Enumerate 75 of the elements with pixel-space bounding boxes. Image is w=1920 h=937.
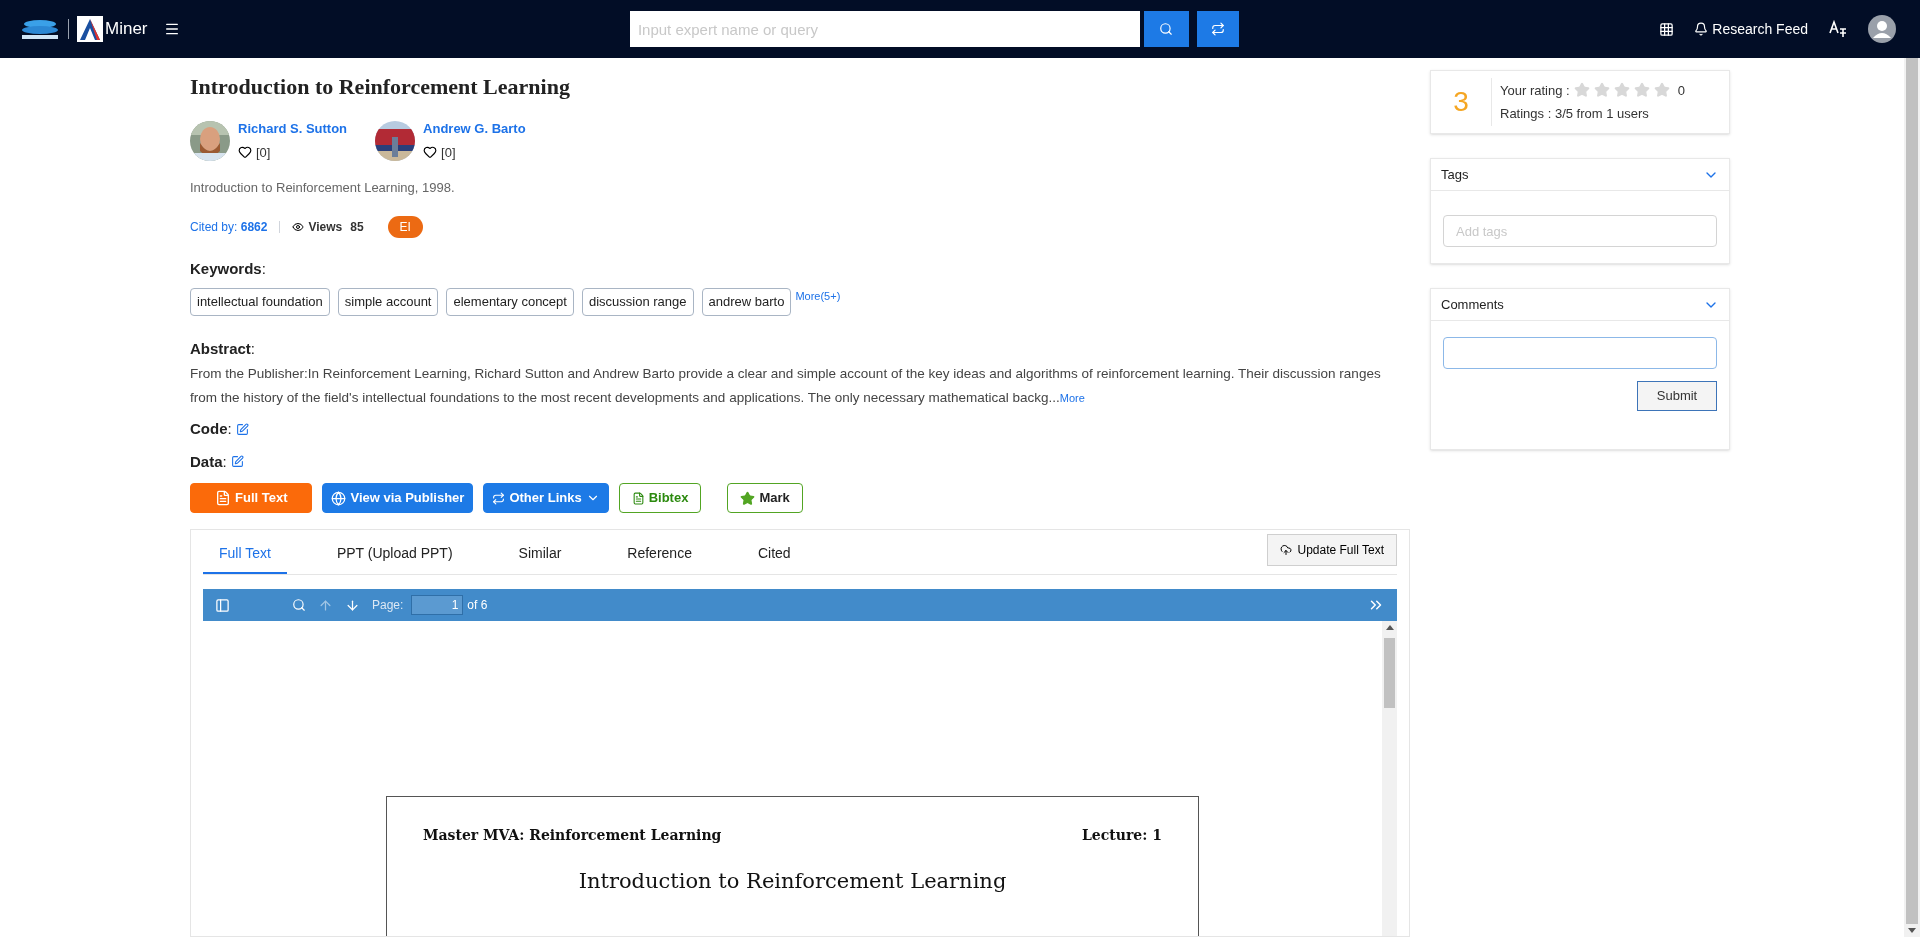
tab[interactable]: Reference (611, 543, 708, 574)
edit-icon[interactable] (235, 422, 249, 436)
more-link[interactable]: More (1059, 392, 1085, 404)
rating-score: 3 (1452, 85, 1470, 119)
your-rating-value: 0 (1677, 81, 1685, 100)
document-header: Master MVA: Reinforcement Learning (423, 826, 722, 845)
keyword-tag[interactable]: intellectual foundation (190, 288, 330, 316)
index-badge: EI (387, 215, 423, 238)
comments-title: Comments (1441, 295, 1504, 314)
document-icon (631, 491, 645, 505)
like-count: [0] (256, 143, 271, 162)
comment-field[interactable] (1443, 337, 1717, 369)
keyword-tag[interactable]: discussion range (581, 288, 694, 316)
abstract-text: From the Publisher:In Reinforcement Learning, Richard Sutton and Andrew Barto provide a clear and simple account of the key ideas and algorithms of reinforcement learning. Their discussion ranges from the history of the field's intellectual foundations to the most recent developments and applications. The only necessary mathematical backg...More (190, 365, 1382, 407)
search-icon (1159, 22, 1174, 36)
eye-icon (292, 220, 305, 233)
action-button[interactable]: Mark (727, 483, 803, 513)
keyword-tag[interactable]: elementary concept (446, 288, 574, 316)
code-label: Code: (190, 419, 232, 439)
page-label: Page: (372, 597, 404, 614)
avatar-icon[interactable] (1868, 15, 1896, 43)
apps-icon[interactable] (1659, 21, 1675, 37)
bell-icon (1694, 22, 1709, 36)
venue-text: Introduction to Reinforcement Learning, 1998. (190, 179, 456, 197)
search-button[interactable] (1143, 11, 1189, 47)
abstract-label: Abstract: (190, 338, 257, 359)
sidebar-toggle-icon[interactable] (215, 597, 230, 613)
keywords-label: Keywords: (190, 258, 267, 279)
logo-icon (20, 18, 60, 40)
edit-icon[interactable] (230, 455, 244, 469)
tab[interactable]: Full Text (203, 543, 287, 574)
heart-icon[interactable] (238, 145, 252, 160)
tags-title: Tags (1441, 165, 1469, 184)
action-button[interactable]: Other Links (483, 483, 609, 513)
menu-icon[interactable] (163, 21, 180, 37)
ratings-summary: Ratings : 3/5 from 1 users (1500, 105, 1650, 123)
tab[interactable]: PPT (Upload PPT) (320, 543, 469, 574)
update-full-text-button[interactable]: Update Full Text (1266, 534, 1397, 566)
paper-title: Introduction to Reinforcement Learning (190, 73, 571, 101)
translate-icon[interactable] (1828, 19, 1848, 39)
search-icon[interactable] (292, 598, 306, 612)
keyword-tag[interactable]: andrew barto (701, 288, 792, 316)
page-scrollbar[interactable] (1904, 58, 1920, 937)
views-label: Views (308, 218, 343, 236)
next-page-icon[interactable] (345, 597, 360, 613)
switch-button[interactable] (1196, 11, 1239, 47)
scrollbar[interactable] (1382, 621, 1397, 936)
lecture-number: Lecture: 1 (1082, 826, 1162, 845)
tab[interactable]: Similar (502, 543, 578, 574)
swap-icon (1210, 22, 1225, 36)
cloud-upload-icon (1279, 544, 1292, 556)
more-keywords-link[interactable]: More(5+) (795, 288, 841, 305)
data-label: Data: (190, 451, 227, 472)
submit-button[interactable]: Submit (1637, 381, 1717, 411)
heart-icon[interactable] (423, 145, 438, 160)
pdf-icon (215, 490, 231, 506)
globe-icon (331, 490, 347, 506)
research-feed-link[interactable]: Research Feed (1694, 18, 1808, 40)
tab[interactable]: Cited (741, 543, 807, 574)
views-count: 85 (350, 218, 364, 236)
star-icon (740, 490, 756, 506)
action-button[interactable]: View via Publisher (322, 483, 474, 513)
your-rating-label: Your rating : (1500, 81, 1570, 100)
keyword-tag[interactable]: simple account (337, 288, 439, 316)
logo-icon (77, 16, 103, 42)
links-icon (492, 491, 506, 505)
document-title: Introduction to Reinforcement Learning (577, 868, 1008, 895)
star-rating[interactable] (1573, 82, 1670, 99)
page-count: of 6 (467, 597, 488, 614)
author-link[interactable]: Andrew G. Barto (423, 119, 526, 139)
like-count: [0] (441, 143, 456, 162)
author-link[interactable]: Richard S. Sutton (238, 119, 348, 139)
cited-by-link[interactable]: Cited by: 6862 (190, 217, 268, 236)
action-button[interactable]: Bibtex (618, 483, 702, 513)
logo-text: Miner (105, 18, 148, 41)
